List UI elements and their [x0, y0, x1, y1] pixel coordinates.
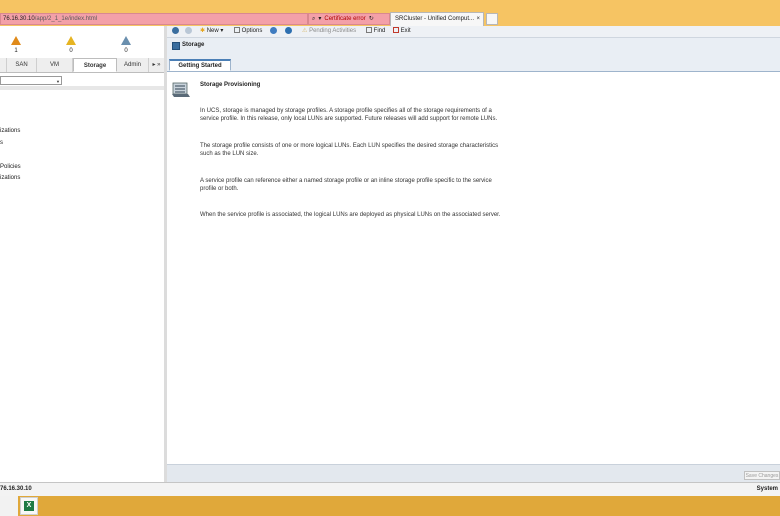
- exit-button[interactable]: Exit: [393, 26, 411, 37]
- tab-scroll-arrows[interactable]: ▸ »: [149, 58, 164, 72]
- exit-icon: [393, 27, 399, 34]
- options-button[interactable]: Options: [234, 26, 262, 37]
- tree-item[interactable]: izations: [0, 128, 20, 134]
- fault-minor-count: 0: [124, 48, 128, 54]
- tree-item[interactable]: izations: [0, 175, 20, 181]
- taskbar: X: [0, 496, 780, 516]
- browser-tab-active[interactable]: SRCluster - Unified Comput... ×: [390, 12, 484, 26]
- tab-truncated[interactable]: [0, 58, 7, 72]
- storage-icon: [172, 42, 180, 50]
- filter-bar: [0, 86, 164, 90]
- info-icon: [285, 26, 292, 34]
- chevron-down-icon[interactable]: ▾: [318, 14, 321, 24]
- forward-arrow-icon: [185, 26, 192, 34]
- exit-label: Exit: [400, 28, 411, 34]
- close-icon[interactable]: ×: [476, 13, 480, 25]
- star-icon: ✱: [200, 28, 206, 34]
- tab-storage[interactable]: Storage: [73, 58, 117, 72]
- tab-title: SRCluster - Unified Comput...: [395, 16, 475, 22]
- tab-getting-started[interactable]: Getting Started: [169, 59, 231, 71]
- tab-san[interactable]: SAN: [7, 58, 37, 72]
- tab-admin[interactable]: Admin: [117, 58, 149, 72]
- tree-item[interactable]: s: [0, 140, 3, 146]
- excel-icon: X: [24, 501, 34, 511]
- status-system: System: [756, 486, 778, 492]
- chevron-down-icon: ▼: [56, 79, 60, 84]
- paragraph: When the service profile is associated, …: [200, 212, 501, 218]
- certificate-error-link[interactable]: Certificate error: [324, 14, 365, 24]
- address-host: 76.16.30.10: [3, 16, 35, 22]
- pending-activities-button[interactable]: ⚠ Pending Activities: [302, 26, 356, 37]
- paragraph: A service profile can reference either a…: [200, 178, 492, 192]
- fault-critical-count: 1: [14, 48, 18, 54]
- content-panel: ✱ New ▾ Options ⚠ Pending Activities Fin…: [167, 26, 780, 483]
- content-tabs: [167, 58, 780, 72]
- storage-array-icon: [172, 82, 190, 97]
- tree-item[interactable]: Policies: [0, 164, 21, 170]
- refresh-icon[interactable]: ↻: [369, 14, 374, 24]
- warning-triangle-icon: [121, 36, 131, 45]
- warning-triangle-icon: [11, 36, 21, 45]
- status-bar: 76.16.30.10 System: [0, 482, 780, 497]
- info-button[interactable]: [285, 26, 292, 37]
- options-icon: [234, 27, 240, 34]
- navigation-panel: 1 0 0 SAN VM Storage Admin ▸ » ▼ ization…: [0, 26, 165, 482]
- back-button[interactable]: [172, 26, 179, 37]
- fault-minor[interactable]: 0: [116, 36, 136, 54]
- section-title: Storage Provisioning: [200, 82, 261, 88]
- find-button[interactable]: Find: [366, 26, 385, 37]
- taskbar-item[interactable]: [0, 496, 18, 516]
- pending-activities-label: Pending Activities: [309, 28, 357, 34]
- filter-dropdown[interactable]: ▼: [0, 76, 62, 85]
- new-menu-button[interactable]: ✱ New ▾: [200, 26, 223, 37]
- nav-tabs: SAN VM Storage Admin ▸ »: [0, 58, 164, 73]
- save-changes-button[interactable]: Save Changes: [744, 471, 780, 480]
- warning-triangle-icon: [66, 36, 76, 45]
- content-footer: Save Changes: [167, 464, 780, 483]
- paragraph: The storage profile consists of one or m…: [200, 143, 499, 157]
- address-bar[interactable]: 76.16.30.10/app/2_1_1e/index.html: [0, 13, 308, 25]
- status-ip: 76.16.30.10: [0, 486, 32, 492]
- address-path: /app/2_1_1e/index.html: [34, 16, 98, 22]
- back-arrow-icon: [172, 26, 179, 34]
- paragraph: In UCS, storage is managed by storage pr…: [200, 108, 498, 122]
- address-tools: ⌕ ▾ Certificate error ↻: [308, 13, 390, 25]
- options-label: Options: [241, 28, 263, 34]
- help-button[interactable]: [270, 26, 277, 37]
- warning-icon: ⚠: [302, 28, 308, 34]
- taskbar-excel[interactable]: X: [20, 497, 38, 515]
- fault-major-count: 0: [69, 48, 73, 54]
- fault-major[interactable]: 0: [61, 36, 81, 54]
- fault-critical[interactable]: 1: [6, 36, 26, 54]
- find-icon: [366, 27, 372, 34]
- new-label: New ▾: [206, 28, 224, 34]
- forward-button[interactable]: [185, 26, 192, 37]
- getting-started-content: Storage Provisioning In UCS, storage is …: [167, 72, 780, 464]
- search-icon[interactable]: ⌕: [312, 14, 315, 24]
- help-icon: [270, 26, 277, 34]
- content-toolbar: ✱ New ▾ Options ⚠ Pending Activities Fin…: [167, 26, 780, 38]
- tab-vm[interactable]: VM: [37, 58, 73, 72]
- page-title: Storage: [182, 42, 205, 48]
- find-label: Find: [373, 28, 386, 34]
- new-tab-button[interactable]: [486, 13, 498, 25]
